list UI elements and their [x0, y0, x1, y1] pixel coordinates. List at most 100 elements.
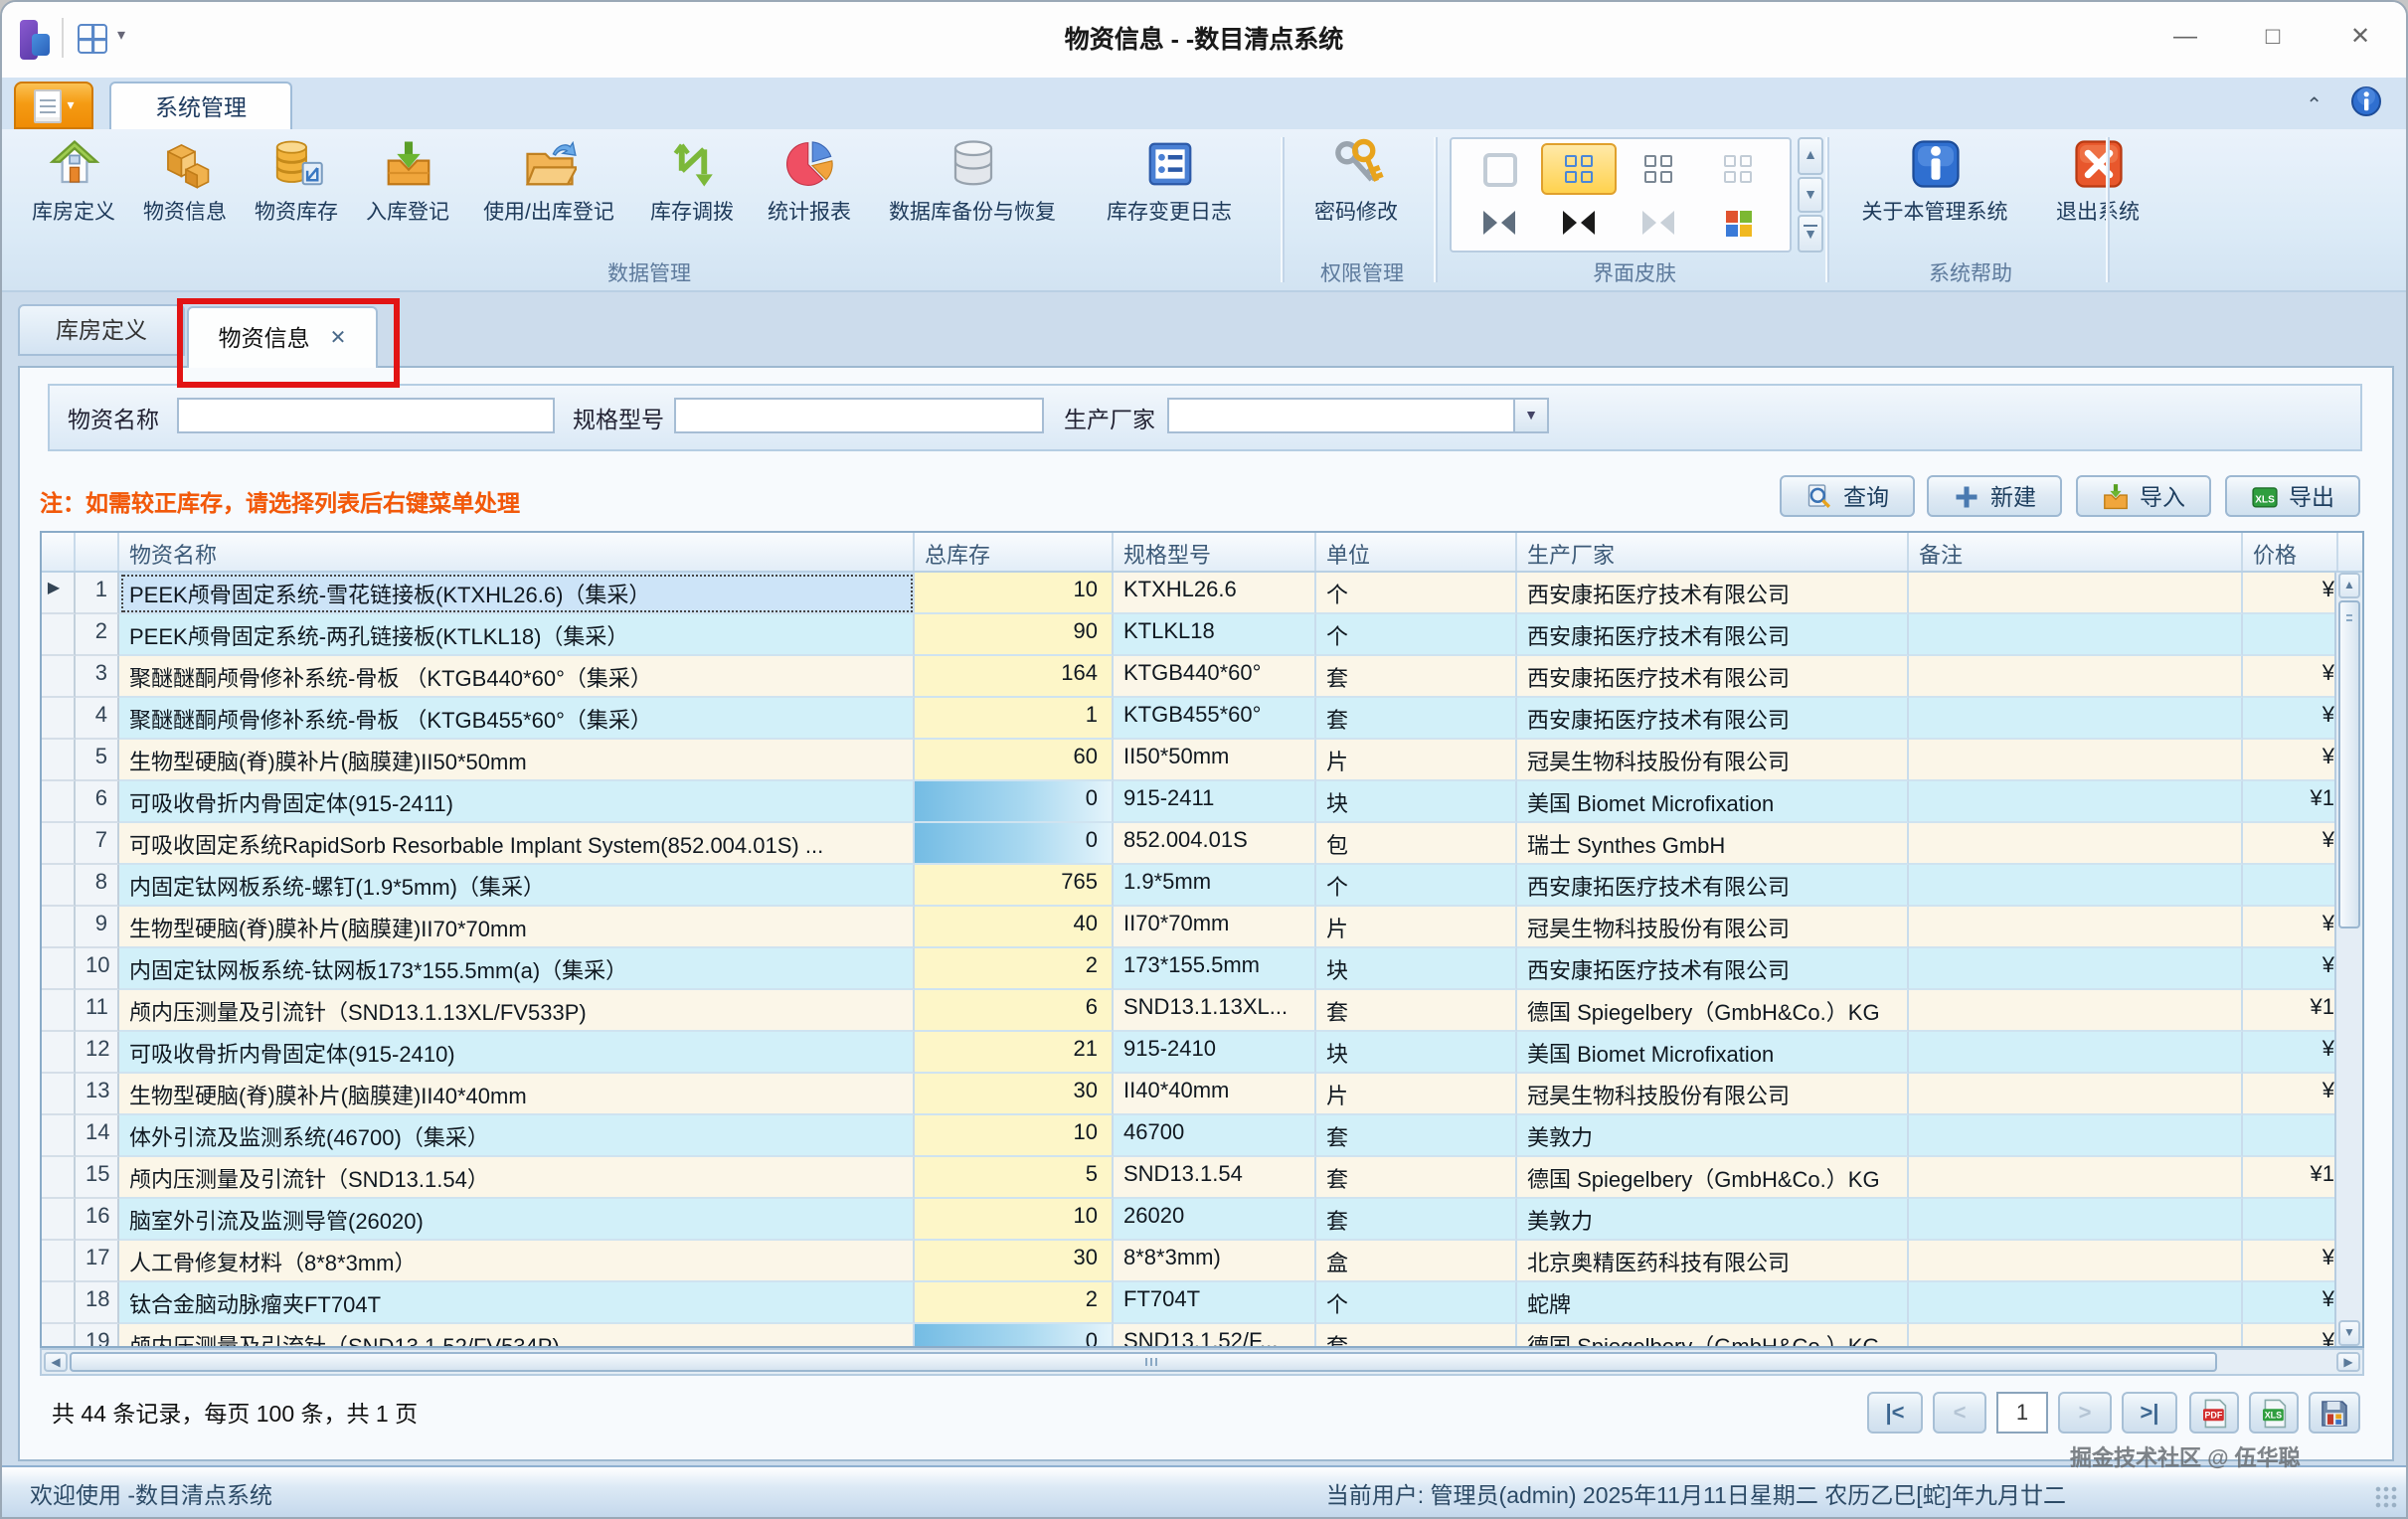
help-icon[interactable]: [2350, 85, 2382, 127]
row-indicator: [42, 1241, 76, 1282]
resize-grip[interactable]: [2374, 1485, 2398, 1509]
horizontal-scroll-thumb[interactable]: [70, 1352, 2217, 1372]
import-button[interactable]: 导入: [2076, 475, 2211, 517]
skin-gallery-scrollbar[interactable]: ▲▼▼: [1798, 137, 1823, 253]
column-header-3[interactable]: 规格型号: [1114, 533, 1316, 571]
ribbon-tab-system-management[interactable]: 系统管理: [109, 82, 292, 129]
scroll-down-icon[interactable]: ▼: [2338, 1320, 2360, 1346]
maximize-button[interactable]: □: [2243, 10, 2303, 62]
table-row[interactable]: 5生物型硬脑(脊)膜补片(脑膜建)II50*50mm60II50*50mm片冠昊…: [42, 740, 2362, 781]
save-layout-button[interactable]: [2309, 1392, 2360, 1434]
column-header-4[interactable]: 单位: [1316, 533, 1517, 571]
skin-blue-grid-icon[interactable]: [1541, 143, 1617, 195]
ribbon-button-home[interactable]: 库房定义: [18, 133, 129, 256]
cell-spec: 915-2410: [1114, 1032, 1316, 1074]
table-row[interactable]: 18钛合金脑动脉瘤夹FT704T2FT704T个蛇牌¥: [42, 1282, 2362, 1324]
export-xls-button[interactable]: XLS: [2249, 1392, 2299, 1434]
ribbon-button-keys[interactable]: 密码修改: [1290, 133, 1422, 256]
prev-page-button[interactable]: <: [1933, 1392, 1986, 1434]
filter-input-1[interactable]: [177, 398, 555, 433]
next-page-button[interactable]: >: [2058, 1392, 2112, 1434]
screen: ▾ 物资信息 - -数目清点系统 — □ ✕ ▾ 系统管理 ⌃ 库房定义物资信息…: [0, 0, 2408, 1519]
cell-price: ¥: [2243, 1032, 2338, 1074]
ribbon-button-boxes[interactable]: 物资信息: [129, 133, 241, 256]
ribbon-button-inbox-in[interactable]: 入库登记: [352, 133, 463, 256]
manufacturer-combobox[interactable]: ▼: [1167, 398, 1549, 433]
cell-price: ¥: [2243, 740, 2338, 781]
minimize-button[interactable]: —: [2155, 10, 2215, 62]
ribbon-button-info[interactable]: 关于本管理系统: [1835, 133, 2034, 256]
tab-close-icon[interactable]: ✕: [330, 327, 347, 349]
first-page-button[interactable]: |<: [1867, 1392, 1923, 1434]
table-row[interactable]: 13生物型硬脑(脊)膜补片(脑膜建)II40*40mm30II40*40mm片冠…: [42, 1074, 2362, 1115]
table-row[interactable]: 15颅内压测量及引流针（SND13.1.54）5SND13.1.54套德国 Sp…: [42, 1157, 2362, 1199]
ribbon-button-coins[interactable]: 物资库存: [241, 133, 352, 256]
table-row[interactable]: 9生物型硬脑(脊)膜补片(脑膜建)II70*70mm40II70*70mm片冠昊…: [42, 907, 2362, 948]
file-menu-button[interactable]: ▾: [14, 82, 93, 129]
skin-bowtie-black-icon[interactable]: [1541, 197, 1617, 249]
table-row[interactable]: ▶1PEEK颅骨固定系统-雪花链接板(KTXHL26.6)（集采）10KTXHL…: [42, 573, 2362, 614]
page-number-input[interactable]: [1996, 1392, 2048, 1434]
skin-bowtie-light-icon[interactable]: [1621, 197, 1696, 249]
doc-tab-2[interactable]: 物资信息✕: [187, 306, 378, 368]
scroll-up-icon[interactable]: ▲: [2338, 573, 2360, 598]
table-row[interactable]: 16脑室外引流及监测导管(26020)1026020套美敦力: [42, 1199, 2362, 1241]
skin-bowtie-dark-icon[interactable]: [1462, 197, 1537, 249]
skin-plain-icon[interactable]: [1462, 143, 1537, 195]
table-row[interactable]: 11颅内压测量及引流针（SND13.1.13XL/FV533P)6SND13.1…: [42, 990, 2362, 1032]
table-row[interactable]: 14体外引流及监测系统(46700)（集采）1046700套美敦力: [42, 1115, 2362, 1157]
plus-button[interactable]: 新建: [1927, 475, 2062, 517]
scroll-left-icon[interactable]: ◀: [44, 1352, 68, 1372]
ribbon-button-pie-chart[interactable]: 统计报表: [750, 133, 869, 256]
column-header-5[interactable]: 生产厂家: [1517, 533, 1909, 571]
scroll-right-icon[interactable]: ▶: [2336, 1352, 2360, 1372]
cell-stock: 5: [915, 1157, 1114, 1199]
table-row[interactable]: 2PEEK颅骨固定系统-两孔链接板(KTLKL18)（集采）90KTLKL18个…: [42, 614, 2362, 656]
skin-light-grid-icon[interactable]: [1700, 143, 1776, 195]
gallery-more-icon[interactable]: ▼: [1798, 216, 1823, 253]
cell-spec: FT704T: [1114, 1282, 1316, 1324]
ribbon-button-database[interactable]: 数据库备份与恢复: [869, 133, 1076, 256]
column-header-blank[interactable]: [42, 533, 76, 571]
export-xls-button[interactable]: XLS导出: [2225, 475, 2360, 517]
table-row[interactable]: 17人工骨修复材料（8*8*3mm）308*8*3mm)盒北京奥精医药科技有限公…: [42, 1241, 2362, 1282]
column-header-2[interactable]: 总库存: [915, 533, 1114, 571]
close-button[interactable]: ✕: [2330, 10, 2390, 62]
filter-input-2[interactable]: [674, 398, 1044, 433]
column-header-blank[interactable]: [76, 533, 119, 571]
gallery-down-icon[interactable]: ▼: [1798, 176, 1823, 213]
doc-tab-1[interactable]: 库房定义: [18, 304, 185, 356]
table-row[interactable]: 3聚醚醚酮颅骨修补系统-骨板 （KTGB440*60°（集采）164KTGB44…: [42, 656, 2362, 698]
table-row[interactable]: 4聚醚醚酮颅骨修补系统-骨板 （KTGB455*60°（集采）1KTGB455*…: [42, 698, 2362, 740]
column-header-6[interactable]: 备注: [1909, 533, 2243, 571]
table-row[interactable]: 12可吸收骨折内骨固定体(915-2410)21915-2410块美国 Biom…: [42, 1032, 2362, 1074]
last-page-button[interactable]: >|: [2122, 1392, 2177, 1434]
export-pdf-button[interactable]: PDF: [2189, 1392, 2239, 1434]
skin-windows-icon[interactable]: [1700, 197, 1776, 249]
table-row[interactable]: 6可吸收骨折内骨固定体(915-2411)0915-2411块美国 Biomet…: [42, 781, 2362, 823]
vertical-scroll-thumb[interactable]: [2338, 600, 2360, 928]
ribbon-button-exit[interactable]: 退出系统: [2034, 133, 2161, 256]
column-header-1[interactable]: 物资名称: [119, 533, 915, 571]
titlebar: ▾ 物资信息 - -数目清点系统 — □ ✕: [2, 2, 2406, 78]
table-row[interactable]: 7可吸收固定系统RapidSorb Resorbable Implant Sys…: [42, 823, 2362, 865]
search-button[interactable]: 查询: [1780, 475, 1915, 517]
horizontal-scrollbar[interactable]: ◀ ▶: [40, 1348, 2364, 1376]
column-header-7[interactable]: 价格: [2243, 533, 2338, 571]
cell-stock: 1: [915, 698, 1114, 740]
ribbon-button-transfer[interactable]: 库存调拨: [634, 133, 750, 256]
vertical-scrollbar[interactable]: ▲ ▼: [2334, 573, 2362, 1346]
cell-price: ¥: [2243, 948, 2338, 990]
row-number: 7: [76, 823, 119, 865]
skin-gray-grid-icon[interactable]: [1621, 143, 1696, 195]
ribbon-collapse-icon[interactable]: ⌃: [2306, 95, 2322, 117]
chevron-down-icon[interactable]: ▼: [1513, 400, 1547, 431]
ribbon-button-log[interactable]: 库存变更日志: [1076, 133, 1263, 256]
table-row[interactable]: 10内固定钛网板系统-钛网板173*155.5mm(a)（集采）2173*155…: [42, 948, 2362, 990]
gallery-up-icon[interactable]: ▲: [1798, 137, 1823, 174]
table-row[interactable]: 8内固定钛网板系统-螺钉(1.9*5mm)（集采）7651.9*5mm个西安康拓…: [42, 865, 2362, 907]
ribbon-button-folder-out[interactable]: 使用/出库登记: [463, 133, 634, 256]
table-row[interactable]: 19颅内压测量及引流针（SND13.1.52/FV534P)0SND13.1.5…: [42, 1324, 2362, 1346]
cell-stock: 10: [915, 1115, 1114, 1157]
ribbon-group-1: 库房定义物资信息物资库存入库登记使用/出库登记库存调拨统计报表数据库备份与恢复库…: [14, 129, 1285, 290]
